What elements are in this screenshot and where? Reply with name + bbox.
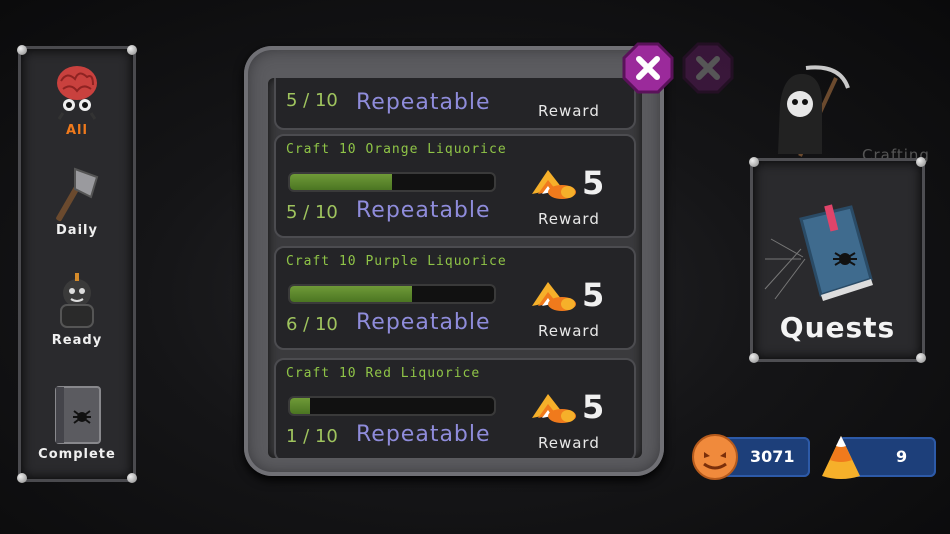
category-daily[interactable]: Daily (21, 163, 133, 238)
candy-corn-icon (822, 436, 860, 479)
progress-bar-fill (290, 398, 311, 414)
pin-icon (916, 157, 926, 167)
quest-book-icon (764, 204, 873, 301)
quest-progress-text: 1 / 10 (286, 426, 338, 447)
spider-book-icon (55, 386, 101, 444)
list-item: Craft 10 Purple Liquorice 6 / 10 Repeata… (274, 246, 636, 350)
pumpkin-value: 3071 (750, 447, 795, 466)
reward-amount: 5 (582, 164, 605, 202)
pin-icon (749, 353, 759, 363)
progress-bar (288, 284, 496, 304)
pin-icon (17, 45, 27, 55)
reward-label: Reward (538, 210, 600, 228)
repeatable-label: Repeatable (356, 422, 491, 447)
quest-title: Craft 10 Purple Liquorice (286, 254, 507, 269)
quests-button[interactable]: Quests (749, 157, 926, 363)
reward-label: Reward (538, 434, 600, 452)
progress-bar (288, 172, 496, 192)
progress-bar-fill (290, 174, 392, 190)
brain-monster-icon (57, 66, 97, 120)
candy-corn-icon (532, 170, 576, 199)
candy-corn-icon (532, 394, 576, 423)
cauldron-icon (60, 273, 94, 328)
progress-bar (288, 396, 496, 416)
reward-amount: 5 (582, 276, 605, 314)
progress-bar-fill (290, 286, 413, 302)
reward-amount: 5 (582, 388, 605, 426)
category-label: Daily (56, 223, 98, 238)
category-label: Ready (51, 333, 103, 348)
pumpkin-icon (692, 434, 738, 480)
category-label: All (66, 123, 88, 138)
pin-icon (17, 473, 27, 483)
repeatable-label: Repeatable (356, 198, 491, 223)
quest-board: 5 / 10 Repeatable Reward Craft 10 Orange… (244, 46, 664, 476)
pin-icon (749, 157, 759, 167)
reaper-icon (778, 65, 850, 157)
reward-label: Reward (538, 102, 600, 120)
quests-label: Quests (779, 311, 896, 344)
repeatable-label: Repeatable (356, 310, 491, 335)
category-ready[interactable]: Ready (21, 271, 133, 348)
candy-value: 9 (896, 447, 908, 466)
quest-progress-text: 5 / 10 (286, 202, 338, 223)
repeatable-label: Repeatable (356, 90, 491, 115)
reward-label: Reward (538, 322, 600, 340)
quest-progress-text: 5 / 10 (286, 90, 338, 111)
quest-progress-text: 6 / 10 (286, 314, 338, 335)
list-item: 5 / 10 Repeatable Reward (274, 78, 636, 130)
pin-icon (916, 353, 926, 363)
axe-icon (56, 167, 99, 222)
list-item: Craft 10 Orange Liquorice 5 / 10 Repeata… (274, 134, 636, 238)
category-panel: All Daily Ready Complete (17, 45, 137, 483)
quest-title: Craft 10 Red Liquorice (286, 366, 481, 381)
category-all[interactable]: All (21, 59, 133, 138)
close-button-secondary[interactable] (680, 40, 736, 96)
quest-list[interactable]: 5 / 10 Repeatable Reward Craft 10 Orange… (268, 78, 642, 458)
candy-corn-icon (532, 282, 576, 311)
list-item: Craft 10 Red Liquorice 1 / 10 Repeatable… (274, 358, 636, 458)
quest-title: Craft 10 Orange Liquorice (286, 142, 507, 157)
close-button[interactable] (620, 40, 676, 96)
category-complete[interactable]: Complete (21, 383, 133, 462)
pin-icon (127, 45, 137, 55)
category-label: Complete (38, 447, 116, 462)
pin-icon (127, 473, 137, 483)
